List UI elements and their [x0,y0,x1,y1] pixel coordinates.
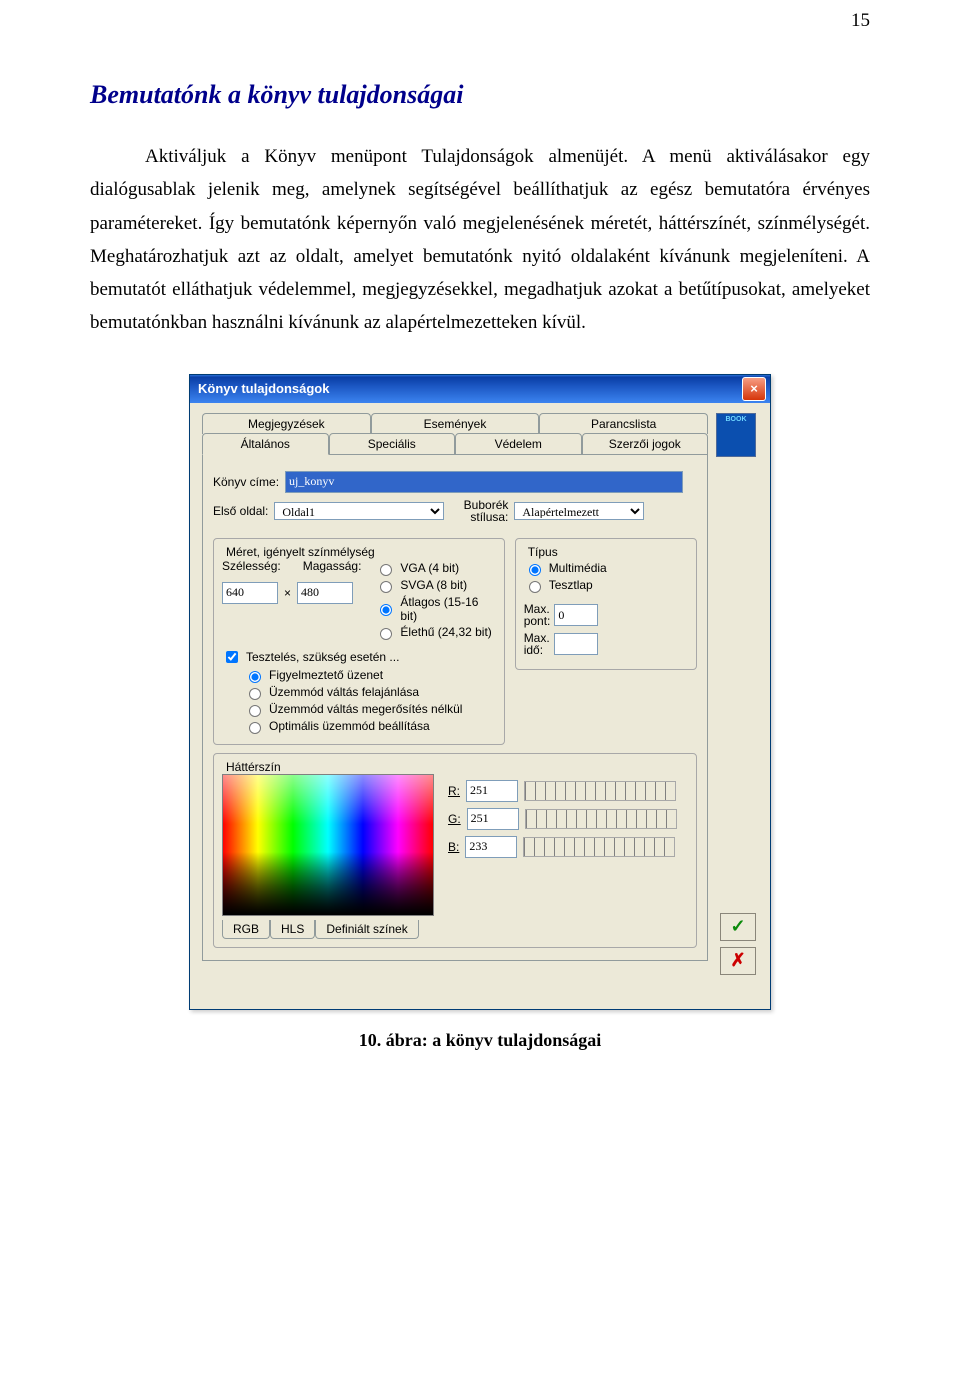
book-title-input[interactable] [285,471,683,493]
first-page-label: Első oldal: [213,504,268,518]
testopt-optimal[interactable] [249,722,261,734]
depth-true-label: Élethű (24,32 bit) [400,625,491,639]
testopt-optimal-label: Optimális üzemmód beállítása [269,719,430,733]
height-input[interactable] [297,582,353,604]
maxtime-l2: idő: [524,644,550,657]
depth-svga[interactable] [380,581,392,593]
depth-svga-label: SVGA (8 bit) [400,578,467,592]
type-legend: Típus [524,545,562,559]
depth-vga[interactable] [380,564,392,576]
r-input[interactable] [466,780,518,802]
testopt-noconfirm[interactable] [249,705,261,717]
book-icon [716,413,756,457]
book-title-label: Könyv címe: [213,475,279,489]
color-picker[interactable] [222,774,434,916]
check-icon: ✓ [730,916,745,937]
b-input[interactable] [465,836,517,858]
tab-commands[interactable]: Parancslista [539,413,708,434]
testopt-warn[interactable] [249,671,261,683]
bubble-label-2: stílusa: [450,511,508,524]
testopt-offer[interactable] [249,688,261,700]
close-icon: × [750,381,758,396]
test-checkbox[interactable] [226,651,238,663]
cancel-button[interactable]: ✗ [720,947,756,975]
depth-vga-label: VGA (4 bit) [400,561,459,575]
colortab-hls[interactable]: HLS [270,920,315,939]
type-group: Típus Multimédia Tesztlap Max. pont: [515,538,697,670]
tab-panel-general: Könyv címe: Első oldal: Oldal1 Buborék s… [202,455,708,961]
dimension-x: × [284,586,291,600]
b-label: B: [448,840,459,854]
size-legend: Méret, igényelt színmélység [222,545,379,559]
depth-avg-label: Átlagos (15-16 bit) [400,595,495,623]
tab-general[interactable]: Általános [202,433,329,455]
type-testpage[interactable] [529,581,541,593]
r-slider[interactable] [524,781,676,801]
page-number: 15 [851,10,870,32]
type-testpage-label: Tesztlap [549,578,593,592]
tabs-front-row: Általános Speciális Védelem Szerzői jogo… [202,434,708,455]
tab-special[interactable]: Speciális [329,433,456,455]
height-label: Magasság: [303,559,362,573]
type-multimedia[interactable] [529,564,541,576]
testopt-offer-label: Üzemmód váltás felajánlása [269,685,419,699]
g-slider[interactable] [525,809,677,829]
close-button[interactable]: × [742,377,766,401]
testopt-noconfirm-label: Üzemmód váltás megerősítés nélkül [269,702,462,716]
b-slider[interactable] [523,837,675,857]
max-time-input[interactable] [554,633,598,655]
tab-events[interactable]: Események [371,413,540,434]
max-point-input[interactable] [554,604,598,626]
window-title: Könyv tulajdonságok [198,381,742,396]
testopt-warn-label: Figyelmeztető üzenet [269,668,383,682]
depth-true[interactable] [380,628,392,640]
colortab-rgb[interactable]: RGB [222,920,270,939]
test-checkbox-label: Tesztelés, szükség esetén ... [246,650,399,664]
tab-notes[interactable]: Megjegyzések [202,413,371,434]
tab-security[interactable]: Védelem [455,433,582,455]
type-multimedia-label: Multimédia [549,561,607,575]
body-text: Aktiváljuk a Könyv menüpont Tulajdonságo… [90,140,870,340]
tabs-back-row: Megjegyzések Események Parancslista [202,413,708,434]
titlebar[interactable]: Könyv tulajdonságok × [190,375,770,403]
maxpoint-l2: pont: [524,615,551,628]
ok-button[interactable]: ✓ [720,913,756,941]
bubble-style-select[interactable]: Alapértelmezett [514,502,644,520]
width-label: Szélesség: [222,559,281,573]
cross-icon: ✗ [730,950,745,971]
bgcolor-legend: Háttérszín [222,760,285,774]
width-input[interactable] [222,582,278,604]
r-label: R: [448,784,460,798]
bgcolor-group: Háttérszín R: G: [213,753,697,948]
depth-avg[interactable] [380,604,392,616]
tab-copyright[interactable]: Szerzői jogok [582,433,709,455]
dialog-window: Könyv tulajdonságok × Megjegyzések Esemé… [189,374,771,1010]
size-group: Méret, igényelt színmélység Szélesség: M… [213,538,505,745]
colortab-defined[interactable]: Definiált színek [315,920,418,939]
figure-caption: 10. ábra: a könyv tulajdonságai [90,1030,870,1051]
g-label: G: [448,812,461,826]
g-input[interactable] [467,808,519,830]
section-heading: Bemutatónk a könyv tulajdonságai [90,80,870,110]
first-page-select[interactable]: Oldal1 [274,502,444,520]
